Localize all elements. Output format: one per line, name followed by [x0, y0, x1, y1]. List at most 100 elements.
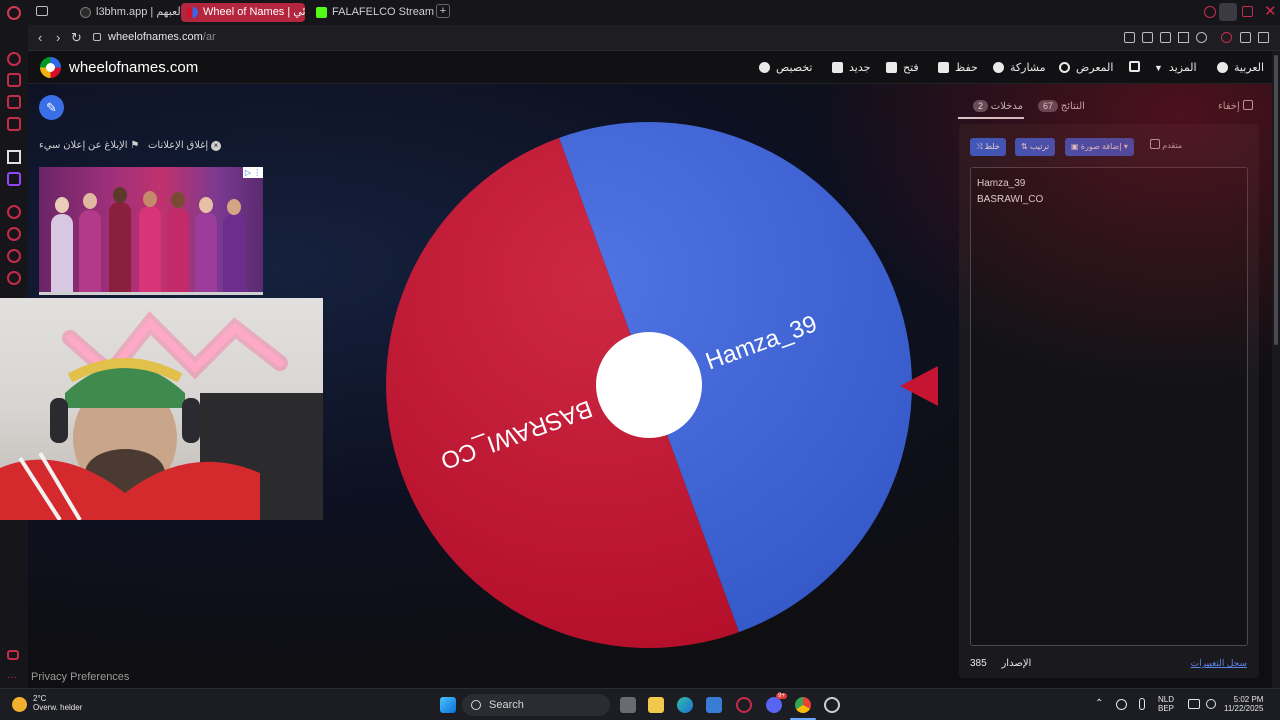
- search-tabs-icon[interactable]: [1204, 6, 1216, 18]
- workspaces-icon[interactable]: [36, 6, 48, 16]
- changelog-link[interactable]: سجل التغييرات: [1191, 658, 1247, 669]
- gallery-button[interactable]: المعرض: [1059, 61, 1113, 74]
- reload-button[interactable]: ↻: [71, 30, 82, 46]
- heart-icon[interactable]: [1196, 32, 1207, 43]
- edit-pencil-button[interactable]: ✎: [39, 95, 64, 120]
- tray-overflow-icon[interactable]: ⌃: [1095, 698, 1103, 709]
- wheel-center-button[interactable]: [596, 332, 702, 438]
- player-icon[interactable]: [7, 205, 21, 219]
- new-button[interactable]: جديد: [832, 61, 870, 74]
- url-field[interactable]: wheelofnames.com/ar: [108, 31, 216, 43]
- close-window-icon[interactable]: ✕: [1264, 2, 1277, 20]
- page-scrollbar[interactable]: [1272, 51, 1280, 688]
- entries-textarea[interactable]: Hamza_39 BASRAWI_CO: [970, 167, 1248, 646]
- restore-button[interactable]: [1242, 6, 1253, 17]
- open-button[interactable]: فتح: [886, 61, 919, 74]
- version-info: 385 الإصدار: [970, 658, 1031, 669]
- tiktok-icon[interactable]: [7, 150, 21, 164]
- opera-menu-icon[interactable]: [7, 6, 21, 20]
- ad-figure: [223, 214, 245, 292]
- messenger-icon[interactable]: [7, 95, 21, 109]
- more-menu-button[interactable]: ▼ المزيد: [1154, 61, 1197, 74]
- report-ad-label: الإبلاغ عن إعلان سيء: [39, 140, 128, 151]
- wheel-logo-icon[interactable]: [40, 57, 61, 78]
- ad-figure: [83, 193, 97, 209]
- advanced-label: متقدم: [1162, 141, 1183, 150]
- obs-icon[interactable]: [824, 697, 840, 713]
- advanced-checkbox[interactable]: [1150, 139, 1160, 149]
- clock-date: 11/22/2025: [1224, 704, 1264, 713]
- sync-icon[interactable]: [1116, 699, 1127, 710]
- file-explorer-icon[interactable]: [648, 697, 664, 713]
- tab-label: النتائج: [1060, 101, 1085, 112]
- snapshot-icon[interactable]: [1142, 32, 1153, 43]
- task-view-icon[interactable]: [620, 697, 636, 713]
- forward-button[interactable]: ›: [56, 30, 60, 45]
- l3bhm-favicon-icon: [80, 7, 91, 18]
- twitch-icon[interactable]: [7, 172, 21, 186]
- language-indicator[interactable]: NLD BEP: [1158, 695, 1174, 713]
- language-button[interactable]: العربية: [1217, 61, 1264, 74]
- results-count-badge: 67: [1038, 100, 1059, 112]
- discord-icon[interactable]: [766, 697, 782, 713]
- advanced-toggle[interactable]: متقدم: [1150, 139, 1182, 150]
- ad-figure: [167, 208, 189, 292]
- instagram-icon[interactable]: [7, 117, 21, 131]
- add-image-button[interactable]: ▣ إضافة صورة ▾: [1065, 138, 1134, 156]
- gx-icon[interactable]: [7, 650, 19, 660]
- customize-button[interactable]: تخصيص: [759, 61, 813, 74]
- hide-label: إخفاء: [1218, 101, 1240, 112]
- ad-figure: [55, 197, 69, 213]
- report-ad-link[interactable]: الإبلاغ عن إعلان سيء ⚑: [39, 140, 139, 151]
- wheel[interactable]: Hamza_39BASRAWI_CO: [384, 120, 914, 650]
- lang-top: NLD: [1158, 695, 1175, 704]
- site-header: wheelofnames.com تخصيص جديد فتح حفظ مشار…: [28, 51, 1272, 84]
- lock-icon[interactable]: [93, 33, 101, 41]
- minimize-button[interactable]: [1219, 3, 1237, 21]
- profile-icon[interactable]: [1221, 32, 1232, 43]
- opera-gx-icon[interactable]: [736, 697, 752, 713]
- history-icon[interactable]: [7, 227, 21, 241]
- more-icon[interactable]: ···: [7, 672, 21, 686]
- taskbar-search[interactable]: Search: [462, 694, 610, 716]
- settings-icon[interactable]: [7, 271, 21, 285]
- tab-entries[interactable]: 2 مدخلات: [970, 100, 1023, 112]
- store-icon[interactable]: [706, 697, 722, 713]
- volume-icon[interactable]: [1206, 699, 1216, 709]
- close-ads-link[interactable]: إغلاق الإعلانات ×: [148, 140, 221, 151]
- easy-setup-icon[interactable]: [1258, 32, 1269, 43]
- site-title[interactable]: wheelofnames.com: [69, 59, 198, 76]
- sort-button[interactable]: ⇅ ترتيب: [1015, 138, 1056, 156]
- microphone-icon[interactable]: [1139, 698, 1145, 710]
- weather-icon[interactable]: [12, 697, 27, 712]
- weather-widget[interactable]: 2°C Overw. helder: [33, 694, 82, 712]
- tab-results[interactable]: 67 النتائج: [1035, 100, 1085, 112]
- downloads-icon[interactable]: [7, 249, 21, 263]
- lang-bottom: BEP: [1158, 704, 1175, 713]
- bag-icon[interactable]: [7, 73, 21, 87]
- download-icon[interactable]: [1240, 32, 1251, 43]
- ad-choices-icon[interactable]: ▷ ⋮: [243, 167, 263, 178]
- start-windows-icon[interactable]: [440, 697, 456, 713]
- share-button[interactable]: مشاركة: [993, 61, 1046, 74]
- fullscreen-button[interactable]: [1129, 61, 1140, 73]
- save-button[interactable]: حفظ: [938, 61, 978, 74]
- privacy-preferences-link[interactable]: Privacy Preferences: [31, 671, 129, 683]
- hide-toggle[interactable]: إخفاء: [1218, 100, 1253, 112]
- tab-falafelco-stream[interactable]: FALAFELCO Stream - Wat: [310, 3, 434, 22]
- chrome-icon[interactable]: [795, 697, 811, 713]
- send-icon[interactable]: [1178, 32, 1189, 43]
- back-button[interactable]: ‹: [38, 30, 42, 45]
- network-icon[interactable]: [1188, 699, 1200, 709]
- edge-icon[interactable]: [677, 697, 693, 713]
- aria-icon[interactable]: [7, 52, 21, 66]
- shield-icon[interactable]: [1160, 32, 1171, 43]
- clock[interactable]: 5:02 PM 11/22/2025: [1224, 695, 1263, 713]
- shuffle-button[interactable]: ⤨ خلط: [970, 138, 1006, 156]
- ad-banner[interactable]: ▷ ⋮: [39, 167, 263, 295]
- new-tab-button[interactable]: +: [436, 4, 450, 18]
- tab-wheel-of-names[interactable]: Wheel of Names | عشوائي: [181, 3, 305, 22]
- bookmark-icon[interactable]: [1124, 32, 1135, 43]
- scrollbar-thumb[interactable]: [1274, 55, 1278, 345]
- hide-checkbox[interactable]: [1242, 100, 1253, 110]
